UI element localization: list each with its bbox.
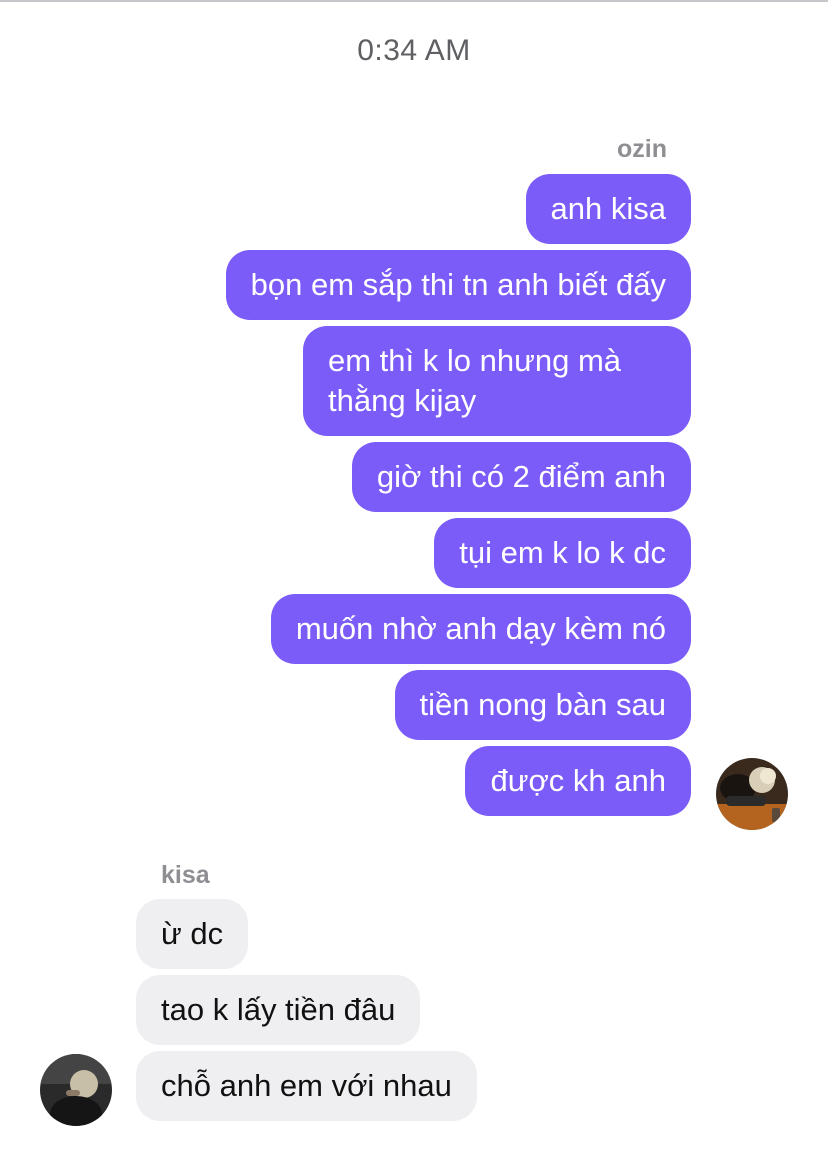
outgoing-message[interactable]: giờ thi có 2 điểm anh <box>351 442 691 512</box>
avatar-ozin[interactable] <box>716 758 788 830</box>
outgoing-message-group: anh kisa bọn em sắp thi tn anh biết đấy … <box>131 174 691 816</box>
sender-name-ozin: ozin <box>617 135 667 163</box>
outgoing-message[interactable]: muốn nhờ anh dạy kèm nó <box>270 594 691 664</box>
outgoing-message[interactable]: được kh anh <box>465 746 691 816</box>
incoming-message[interactable]: ừ dc <box>136 899 249 969</box>
outgoing-message[interactable]: bọn em sắp thi tn anh biết đấy <box>225 250 691 320</box>
outgoing-message[interactable]: tiền nong bàn sau <box>394 670 691 740</box>
top-divider <box>0 0 828 2</box>
outgoing-message[interactable]: em thì k lo nhưng mà thằng kijay <box>303 326 691 436</box>
avatar-kisa[interactable] <box>40 1054 112 1126</box>
incoming-message[interactable]: chỗ anh em với nhau <box>136 1051 477 1121</box>
outgoing-message[interactable]: tụi em k lo k dc <box>434 518 691 588</box>
incoming-message[interactable]: tao k lấy tiền đâu <box>136 975 421 1045</box>
message-timestamp: 0:34 AM <box>357 34 471 67</box>
outgoing-message[interactable]: anh kisa <box>525 174 691 244</box>
avatar-photo-icon <box>40 1054 112 1126</box>
avatar-photo-icon <box>716 758 788 830</box>
incoming-message-group: ừ dc tao k lấy tiền đâu chỗ anh em với n… <box>136 899 696 1121</box>
sender-name-kisa: kisa <box>161 861 210 889</box>
